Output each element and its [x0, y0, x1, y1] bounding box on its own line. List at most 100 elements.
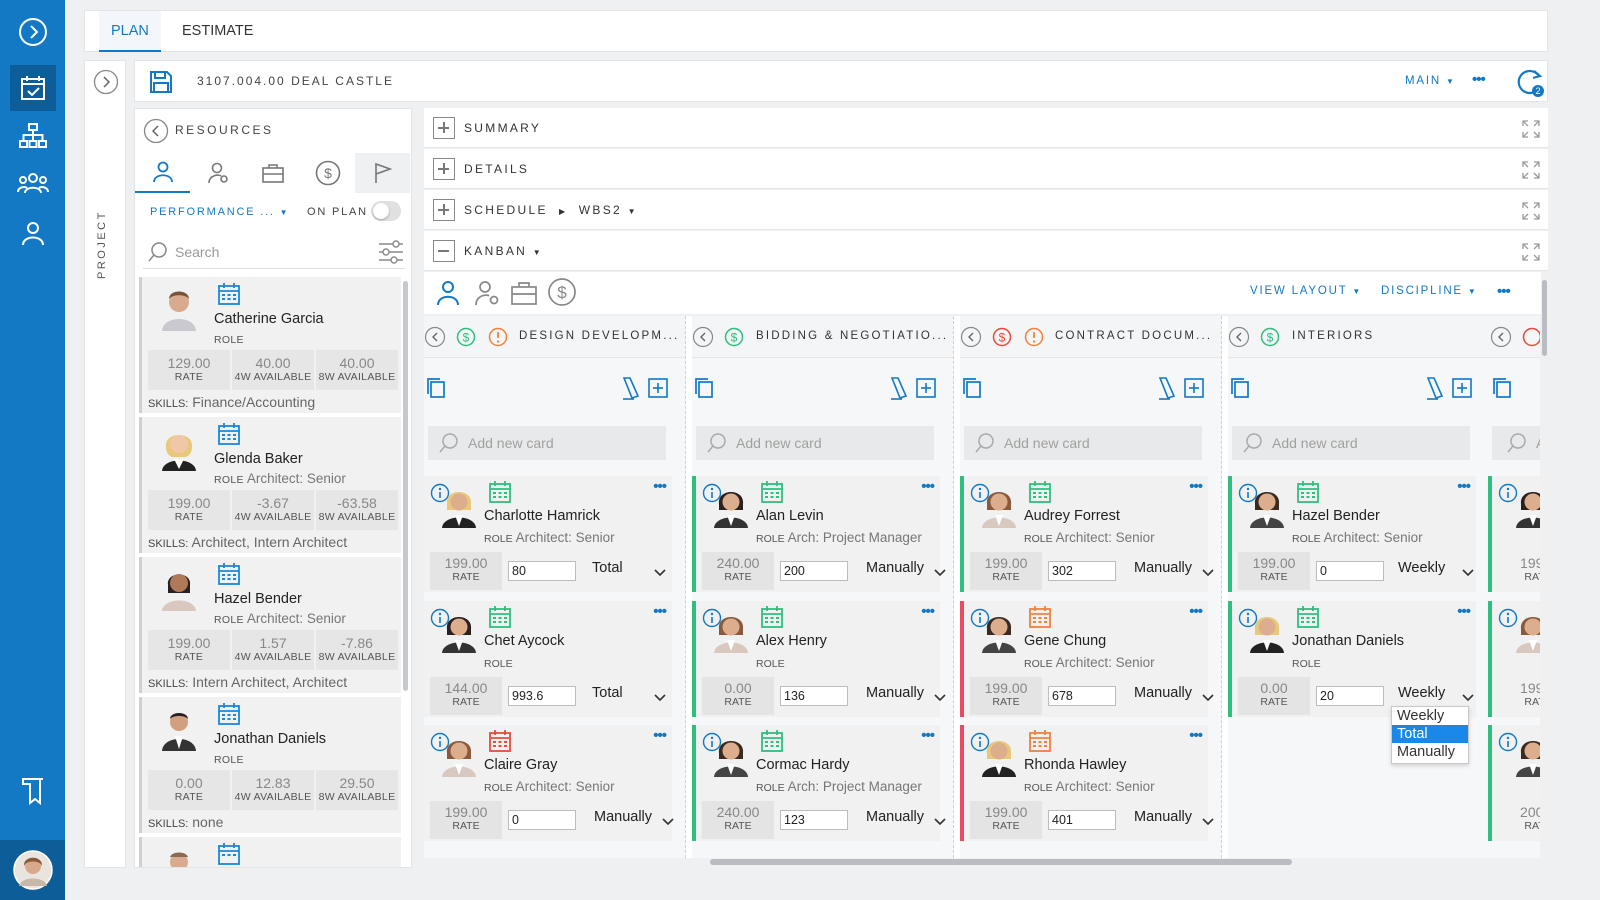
resource-list-scrollbar[interactable] — [403, 281, 408, 691]
resource-card[interactable]: Jonathan Daniels ROLE 0.00 RATE 12.83 4W A… — [139, 697, 401, 833]
more-options-icon[interactable]: ••• — [653, 478, 667, 495]
more-options-icon[interactable]: ••• — [1457, 478, 1471, 495]
hours-input[interactable]: 401 — [1048, 810, 1116, 830]
copy-board-icon[interactable] — [1230, 377, 1250, 404]
scroll-thumb[interactable] — [1542, 280, 1547, 356]
calendar-icon[interactable] — [1028, 605, 1052, 634]
mode-select[interactable]: Manually — [866, 685, 924, 701]
hours-input[interactable]: 136 — [780, 686, 848, 706]
mode-select[interactable]: Manually — [1134, 685, 1192, 701]
mode-select[interactable]: Total — [592, 685, 623, 701]
chevron-down-icon[interactable] — [654, 689, 666, 707]
chevron-down-icon[interactable] — [934, 564, 946, 582]
column-header[interactable]: $ INTERIORS — [1228, 316, 1489, 358]
mode-select[interactable]: Manually — [866, 560, 924, 576]
tab-estimate[interactable]: ESTIMATE — [182, 11, 253, 52]
team-icon[interactable] — [10, 160, 56, 206]
section-details[interactable]: DETAILS — [424, 149, 1548, 189]
view-selector[interactable]: MAIN ▼ — [1405, 75, 1456, 87]
flag-icon[interactable] — [355, 153, 410, 193]
kanban-card[interactable]: ••• Alex Henry ROLE 0.00 RATE 136 Manuall… — [692, 601, 946, 717]
copy-board-icon[interactable] — [694, 377, 714, 404]
mode-select[interactable]: Weekly — [1398, 685, 1445, 701]
mode-select[interactable]: Manually — [594, 809, 652, 825]
more-options-icon[interactable]: ••• — [1457, 603, 1471, 620]
person-icon[interactable] — [436, 280, 460, 311]
calendar-icon[interactable] — [488, 605, 512, 634]
column-header[interactable] — [1488, 316, 1540, 358]
view-layout-menu[interactable]: VIEW LAYOUT ▼ — [1250, 285, 1362, 297]
maximize-icon[interactable] — [1522, 120, 1540, 143]
maximize-icon[interactable] — [1522, 243, 1540, 266]
kanban-card[interactable]: ••• Claire Gray ROLE Architect: Senior 1… — [424, 725, 674, 841]
chevron-down-icon[interactable] — [654, 564, 666, 582]
kanban-vertical-scrollbar[interactable] — [1541, 272, 1548, 858]
person-gear-icon[interactable] — [474, 280, 500, 311]
sync-icon[interactable]: 2 — [1515, 67, 1545, 102]
resource-card[interactable] — [139, 837, 401, 867]
collapse-icon[interactable] — [433, 240, 455, 262]
dropdown-option-weekly[interactable]: Weekly — [1392, 707, 1468, 725]
calendar-icon[interactable] — [1028, 480, 1052, 509]
hours-input[interactable]: 20 — [1316, 686, 1384, 706]
column-header[interactable]: $ CONTRACT DOCUM... — [960, 316, 1221, 358]
collapse-column-icon[interactable] — [960, 326, 982, 353]
edit-add-icon[interactable] — [620, 376, 670, 405]
hours-input[interactable]: 993.6 — [508, 686, 576, 706]
more-options-icon[interactable]: ••• — [1189, 478, 1203, 495]
calendar-check-icon[interactable] — [10, 65, 56, 111]
kanban-card[interactable]: 200.(RATI — [1488, 725, 1540, 841]
hours-input[interactable]: 0 — [508, 810, 576, 830]
chevron-down-icon[interactable] — [1202, 564, 1214, 582]
chevron-down-icon[interactable] — [662, 813, 674, 831]
chevron-down-icon[interactable] — [1462, 564, 1474, 582]
section-kanban[interactable]: KANBAN ▼ — [424, 231, 1548, 271]
add-card-input[interactable]: Add new card — [1232, 426, 1470, 460]
mode-select[interactable]: Total — [592, 560, 623, 576]
expand-icon[interactable] — [433, 117, 455, 139]
mode-select[interactable]: Manually — [866, 809, 924, 825]
mode-select[interactable]: Manually — [1134, 560, 1192, 576]
more-options-icon[interactable]: ••• — [1497, 283, 1511, 300]
expand-project-icon[interactable] — [93, 69, 119, 100]
calendar-icon[interactable] — [488, 480, 512, 509]
person-icon[interactable] — [135, 153, 190, 193]
calendar-icon[interactable] — [760, 729, 784, 758]
org-chart-icon[interactable] — [10, 113, 56, 159]
dropdown-option-total[interactable]: Total — [1392, 725, 1468, 743]
calendar-icon[interactable] — [217, 702, 241, 731]
more-options-icon[interactable]: ••• — [653, 603, 667, 620]
person-gear-icon[interactable] — [190, 153, 245, 193]
calendar-icon[interactable] — [1296, 480, 1320, 509]
book-icon[interactable] — [10, 768, 56, 814]
on-plan-toggle[interactable] — [371, 201, 401, 221]
chevron-down-icon[interactable] — [934, 813, 946, 831]
kanban-card[interactable]: ••• Audrey Forrest ROLE Architect: Senio… — [960, 476, 1214, 592]
hours-input[interactable]: 678 — [1048, 686, 1116, 706]
calendar-icon[interactable] — [1028, 729, 1052, 758]
copy-board-icon[interactable] — [962, 377, 982, 404]
hours-input[interactable]: 80 — [508, 561, 576, 581]
add-card-input[interactable]: A — [1492, 426, 1540, 460]
add-card-input[interactable]: Add new card — [964, 426, 1202, 460]
chevron-down-icon[interactable] — [1202, 689, 1214, 707]
kanban-card[interactable]: ••• Alan Levin ROLE Arch: Project Manage… — [692, 476, 946, 592]
calendar-icon[interactable] — [760, 605, 784, 634]
add-card-input[interactable]: Add new card — [428, 426, 666, 460]
collapse-column-icon[interactable] — [424, 326, 446, 353]
copy-board-icon[interactable] — [1492, 377, 1512, 404]
schedule-breadcrumb[interactable]: WBS2 — [579, 203, 622, 217]
resource-card[interactable]: Glenda Baker ROLE Architect: Senior 199.… — [139, 417, 401, 553]
performance-filter[interactable]: PERFORMANCE ... ▼ — [150, 206, 289, 218]
kanban-card[interactable]: ••• Charlotte Hamrick ROLE Architect: Se… — [424, 476, 672, 592]
dollar-icon[interactable]: $ — [300, 153, 355, 193]
mode-select[interactable]: Manually — [1134, 809, 1192, 825]
hours-input[interactable]: 302 — [1048, 561, 1116, 581]
calendar-icon[interactable] — [217, 562, 241, 591]
add-card-input[interactable]: Add new card — [696, 426, 934, 460]
more-options-icon[interactable]: ••• — [653, 727, 667, 744]
copy-board-icon[interactable] — [426, 377, 446, 404]
dollar-icon[interactable]: $ — [547, 277, 577, 312]
edit-add-icon[interactable] — [1156, 376, 1206, 405]
calendar-icon[interactable] — [217, 842, 241, 867]
